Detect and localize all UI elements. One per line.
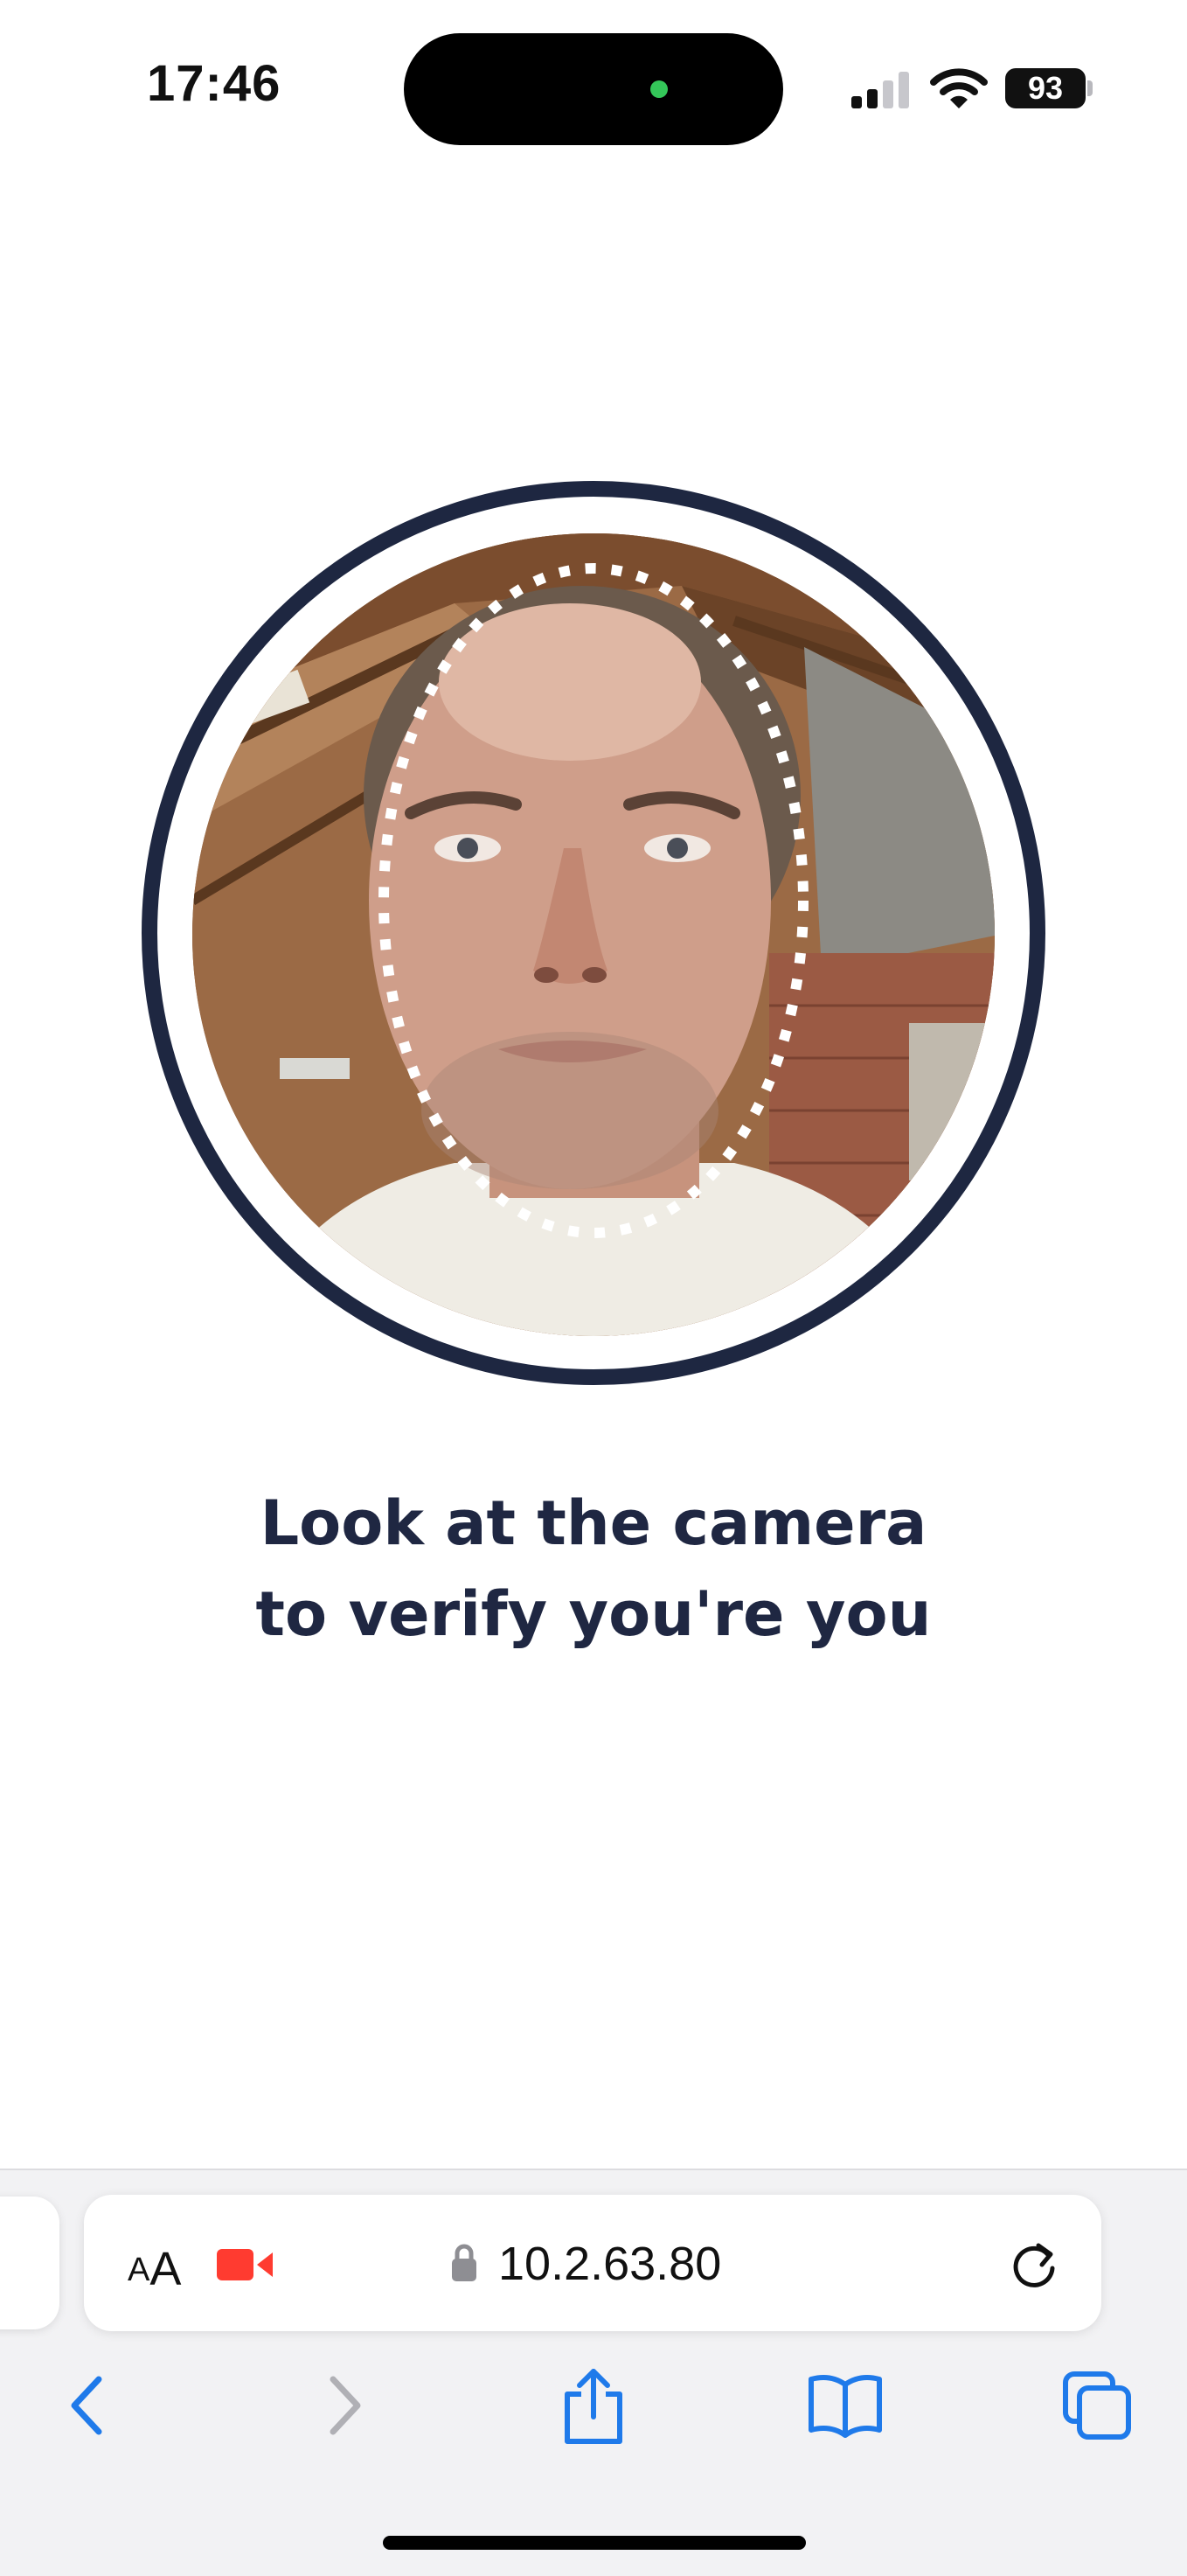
share-button[interactable] xyxy=(554,2366,633,2445)
status-time: 17:46 xyxy=(147,55,281,112)
share-icon xyxy=(565,2369,622,2444)
chevron-left-icon xyxy=(71,2376,102,2435)
page-settings-button[interactable]: A A xyxy=(128,2230,181,2296)
camera-in-use-indicator xyxy=(650,80,668,98)
video-camera-recording-icon[interactable] xyxy=(217,2247,274,2282)
instruction-text: Look at the camera to verify you're you xyxy=(0,1478,1187,1660)
camera-preview xyxy=(192,533,995,1336)
forward-button[interactable] xyxy=(304,2366,383,2445)
battery-tip xyxy=(1087,80,1093,96)
tabs-button[interactable] xyxy=(1058,2366,1136,2445)
bookmarks-button[interactable] xyxy=(806,2366,885,2445)
chevron-right-icon xyxy=(330,2376,361,2435)
instruction-line-2: to verify you're you xyxy=(255,1578,932,1650)
status-bar: 17:46 93 xyxy=(0,0,1187,166)
dynamic-island xyxy=(404,33,783,145)
text-size-small-label: A xyxy=(128,2252,150,2288)
url-text[interactable]: 10.2.63.80 xyxy=(498,2233,721,2294)
battery-icon: 93 xyxy=(1005,68,1086,108)
camera-preview-image xyxy=(192,533,995,1336)
wifi-icon xyxy=(930,68,988,108)
tabs-icon xyxy=(1063,2371,1131,2440)
reload-icon[interactable] xyxy=(1003,2233,1065,2294)
cellular-signal-icon xyxy=(851,70,909,108)
previous-tab-preview[interactable] xyxy=(0,2197,59,2329)
battery-level: 93 xyxy=(1027,70,1064,106)
back-button[interactable] xyxy=(49,2366,128,2445)
address-bar[interactable]: A A 10.2.63.80 xyxy=(84,2195,1101,2331)
instruction-line-1: Look at the camera xyxy=(260,1487,927,1559)
text-size-large-label: A xyxy=(149,2243,182,2295)
bookmarks-icon xyxy=(809,2375,882,2438)
lock-icon xyxy=(452,2244,476,2281)
home-indicator[interactable] xyxy=(383,2536,806,2550)
